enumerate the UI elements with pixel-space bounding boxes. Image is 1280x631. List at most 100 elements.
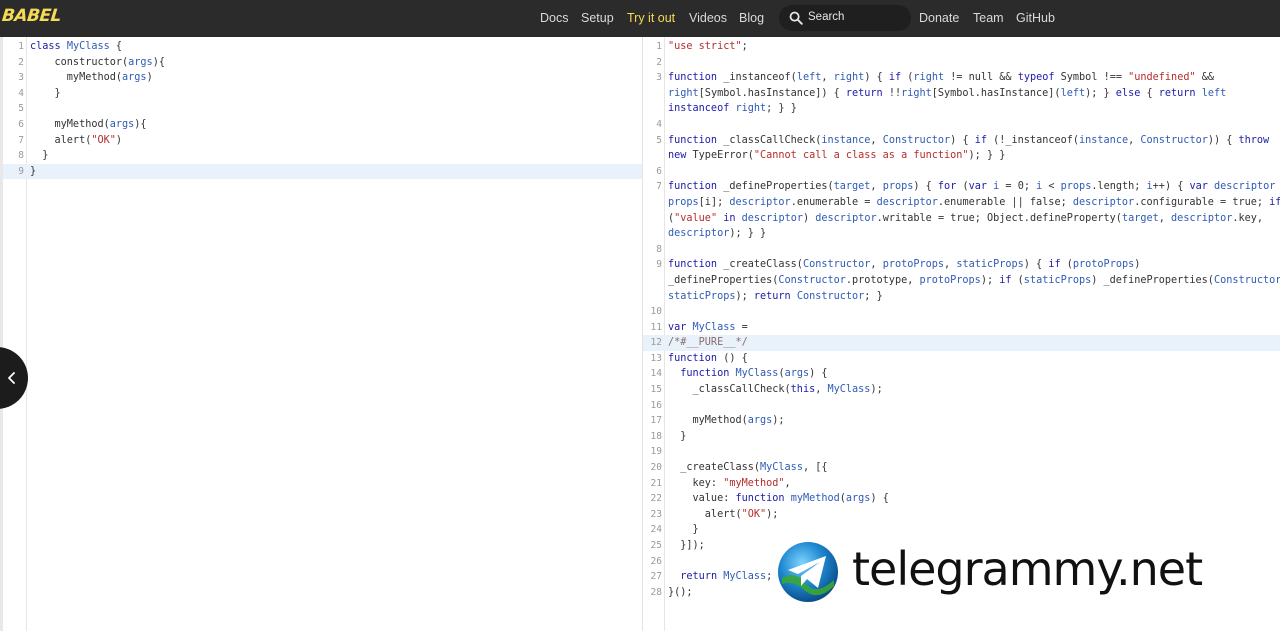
output-code-line[interactable]: right[Symbol.hasInstance]) { return !!ri… bbox=[643, 86, 1280, 102]
code-token: Constructor bbox=[1140, 134, 1208, 146]
output-code-line[interactable]: 19 bbox=[643, 444, 1280, 460]
output-line-text: function _defineProperties(target, props… bbox=[668, 179, 1280, 195]
input-line-number: 6 bbox=[18, 118, 24, 130]
nav-try-it-out[interactable]: Try it out bbox=[627, 11, 675, 25]
output-code-line[interactable]: 11 var MyClass = bbox=[643, 320, 1280, 336]
nav-team[interactable]: Team bbox=[973, 11, 1004, 25]
input-code-line[interactable]: 4 } bbox=[3, 86, 642, 102]
code-token: ) { bbox=[864, 72, 889, 84]
nav-github[interactable]: GitHub bbox=[1016, 11, 1055, 25]
output-code-line[interactable]: 23 alert("OK"); bbox=[643, 507, 1280, 523]
input-code-line[interactable]: 9} bbox=[3, 163, 642, 180]
code-token: ( bbox=[901, 72, 914, 84]
code-token: .enumerable = bbox=[790, 196, 877, 208]
code-token: , bbox=[870, 134, 883, 146]
output-code-line[interactable]: _defineProperties(Constructor.prototype,… bbox=[643, 273, 1280, 289]
output-code-line[interactable]: ("value" in descriptor) descriptor.writa… bbox=[643, 211, 1280, 227]
output-code-line[interactable]: 21 key: "myMethod", bbox=[643, 476, 1280, 492]
code-token: protoProps bbox=[919, 274, 981, 286]
output-code-line[interactable]: 14 function MyClass(args) { bbox=[643, 366, 1280, 382]
code-token: .writable = true; Object.defineProperty( bbox=[876, 212, 1122, 224]
code-token: in bbox=[723, 212, 736, 224]
output-code-line[interactable]: 4 bbox=[643, 117, 1280, 133]
output-code-line[interactable]: 10 bbox=[643, 304, 1280, 320]
code-token: this bbox=[790, 384, 816, 396]
output-code-line[interactable]: new TypeError("Cannot call a class as a … bbox=[643, 148, 1280, 164]
code-token: function bbox=[668, 181, 724, 193]
code-token: ) { bbox=[809, 368, 828, 380]
input-code-line[interactable]: 3 myMethod(args) bbox=[3, 70, 642, 86]
output-line-number: 18 bbox=[650, 430, 662, 442]
code-token: MyClass bbox=[827, 384, 871, 396]
code-token: constructor( bbox=[30, 56, 129, 68]
output-code-line[interactable]: 24 } bbox=[643, 522, 1280, 538]
code-token: ; bbox=[766, 571, 773, 583]
code-token: function bbox=[668, 259, 724, 271]
code-token: descriptor bbox=[876, 196, 938, 208]
input-line-number: 5 bbox=[18, 103, 24, 115]
output-code-line[interactable]: 17 myMethod(args); bbox=[643, 413, 1280, 429]
output-code-line[interactable]: 12 /*#__PURE__*/ bbox=[643, 335, 1280, 351]
code-token: staticProps bbox=[1023, 274, 1092, 286]
output-code-line[interactable]: staticProps); return Constructor; } bbox=[643, 289, 1280, 305]
output-line-number: 24 bbox=[650, 524, 662, 536]
output-line-text: function _instanceof(left, right) { if (… bbox=[668, 70, 1214, 86]
code-token: ); } } bbox=[968, 150, 1006, 162]
input-code-line[interactable]: 5 bbox=[3, 101, 642, 117]
code-token: descriptor bbox=[729, 196, 791, 208]
output-code-line[interactable]: props[i]; descriptor.enumerable = descri… bbox=[643, 195, 1280, 211]
input-editor[interactable]: 1 class MyClass {2 constructor(args){3 my… bbox=[0, 37, 642, 631]
input-code-line[interactable]: 2 constructor(args){ bbox=[3, 55, 642, 71]
code-token: left bbox=[796, 72, 822, 84]
nav-donate[interactable]: Donate bbox=[919, 11, 959, 25]
code-token: ) { bbox=[913, 181, 938, 193]
code-token: new bbox=[668, 150, 687, 162]
babel-logo[interactable]: BABEL bbox=[1, 6, 62, 26]
output-line-text: value: function myMethod(args) { bbox=[668, 491, 889, 507]
output-code-line[interactable]: 15 _classCallCheck(this, MyClass); bbox=[643, 382, 1280, 398]
input-code[interactable]: 1 class MyClass {2 constructor(args){3 my… bbox=[3, 39, 642, 180]
input-line-text: myMethod(args){ bbox=[30, 117, 147, 133]
output-code[interactable]: 1 "use strict"; 2 3 function _instanceof(lef… bbox=[643, 39, 1280, 600]
nav-setup[interactable]: Setup bbox=[581, 11, 614, 25]
output-line-number: 6 bbox=[656, 165, 662, 177]
output-code-line[interactable]: 8 bbox=[643, 242, 1280, 258]
output-code-line[interactable]: 7 function _defineProperties(target, prop… bbox=[643, 179, 1280, 195]
output-code-line[interactable]: descriptor); } } bbox=[643, 226, 1280, 242]
code-token: , bbox=[870, 259, 883, 271]
code-token: alert( bbox=[30, 134, 92, 146]
output-code-line[interactable]: 5 function _classCallCheck(instance, Cons… bbox=[643, 133, 1280, 149]
search-button[interactable]: Search bbox=[779, 5, 911, 31]
code-token: MyClass bbox=[692, 321, 736, 333]
output-code-line[interactable]: 18 } bbox=[643, 429, 1280, 445]
code-token: _classCallCheck( bbox=[723, 134, 822, 146]
code-token: } bbox=[30, 150, 49, 162]
code-token: ); bbox=[735, 290, 754, 302]
output-code-line[interactable]: 1 "use strict"; bbox=[643, 39, 1280, 55]
output-line-number: 1 bbox=[656, 41, 662, 52]
nav-docs[interactable]: Docs bbox=[540, 11, 568, 25]
input-code-line[interactable]: 7 alert("OK") bbox=[3, 133, 642, 149]
search-icon bbox=[789, 11, 803, 25]
code-token: ) { bbox=[870, 493, 889, 505]
code-token: ( bbox=[956, 181, 969, 193]
output-code-line[interactable]: 13 function () { bbox=[643, 351, 1280, 367]
output-code-line[interactable]: 22 value: function myMethod(args) { bbox=[643, 491, 1280, 507]
code-token: right bbox=[913, 72, 945, 84]
code-token: args bbox=[784, 368, 810, 380]
output-code-line[interactable]: 2 bbox=[643, 55, 1280, 71]
output-code-line[interactable]: 6 bbox=[643, 164, 1280, 180]
output-code-line[interactable]: 9 function _createClass(Constructor, prot… bbox=[643, 257, 1280, 273]
nav-blog[interactable]: Blog bbox=[739, 11, 764, 25]
output-code-line[interactable]: 3 function _instanceof(left, right) { if … bbox=[643, 70, 1280, 86]
code-token: target bbox=[1121, 212, 1159, 224]
output-code-line[interactable]: instanceof right; } } bbox=[643, 101, 1280, 117]
code-token: "value" bbox=[674, 212, 718, 224]
code-token: } bbox=[668, 524, 699, 536]
nav-videos[interactable]: Videos bbox=[689, 11, 727, 25]
output-code-line[interactable]: 20 _createClass(MyClass, [{ bbox=[643, 460, 1280, 476]
input-code-line[interactable]: 1 class MyClass { bbox=[3, 39, 642, 55]
output-code-line[interactable]: 16 bbox=[643, 398, 1280, 414]
input-code-line[interactable]: 6 myMethod(args){ bbox=[3, 117, 642, 133]
input-code-line[interactable]: 8 } bbox=[3, 148, 642, 164]
